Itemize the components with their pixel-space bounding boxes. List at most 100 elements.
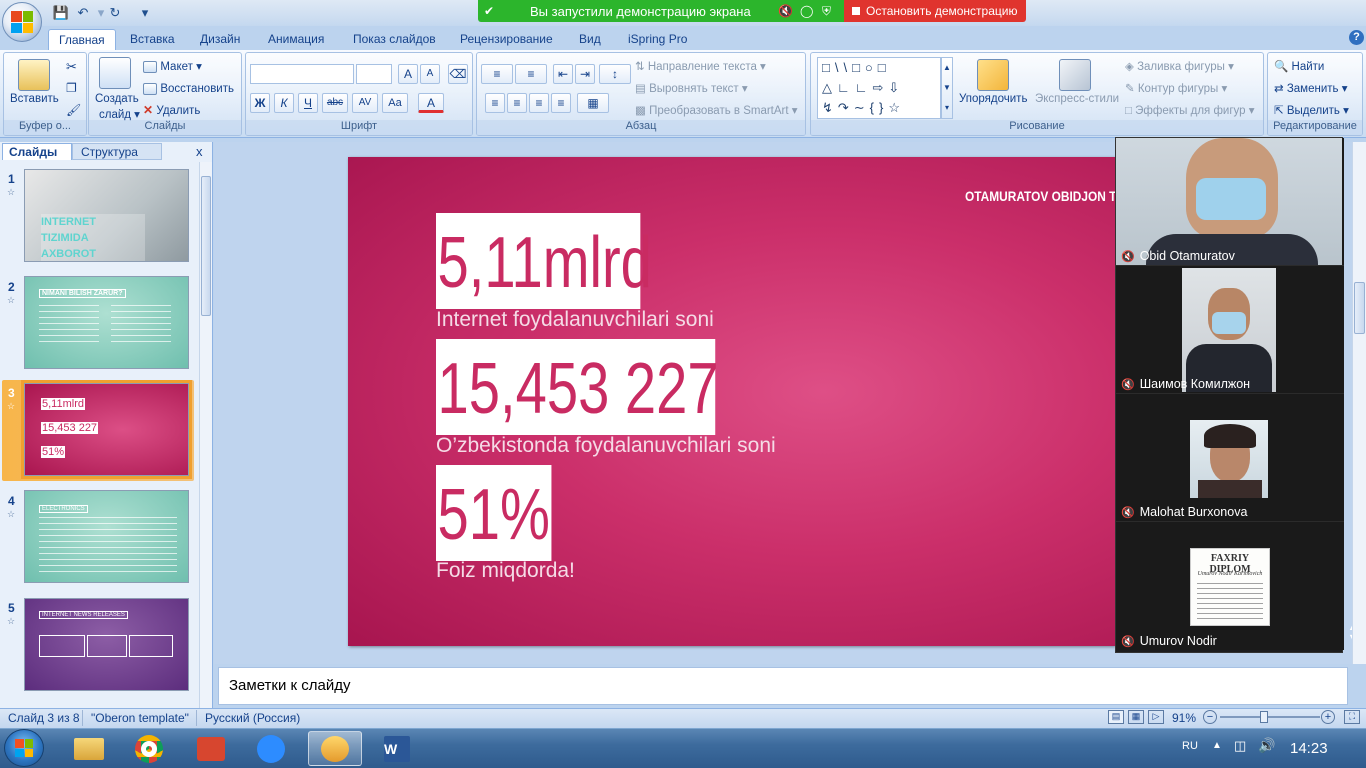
- font-color-button[interactable]: A: [418, 93, 444, 113]
- decrease-indent-icon[interactable]: ⇤: [553, 64, 573, 84]
- font-size-box[interactable]: [356, 64, 392, 84]
- quick-styles-button[interactable]: Экспресс-стили: [1035, 93, 1119, 105]
- numbering-icon[interactable]: ≡: [515, 64, 547, 84]
- slides-pane-scrollbar[interactable]: [199, 162, 212, 708]
- copy-icon[interactable]: ❐: [66, 81, 77, 95]
- align-right-icon[interactable]: ≡: [529, 93, 549, 113]
- delete-button[interactable]: Удалить: [156, 105, 200, 117]
- text-direction-button[interactable]: ⇅ Направление текста ▾: [635, 59, 766, 73]
- layout-button[interactable]: Макет ▾: [160, 61, 202, 73]
- office-button[interactable]: [2, 2, 42, 42]
- quick-access-customize[interactable]: ▾: [136, 4, 154, 22]
- align-center-icon[interactable]: ≡: [507, 93, 527, 113]
- word-taskbar-icon[interactable]: W: [370, 731, 424, 766]
- close-pane-icon[interactable]: x: [196, 144, 203, 159]
- slide-author[interactable]: OTAMURATOV OBIDJON T: [965, 188, 1115, 204]
- italic-button[interactable]: К: [274, 93, 294, 113]
- paste-button[interactable]: Вставить: [10, 93, 59, 105]
- stat-value-2[interactable]: 15,453 227: [436, 339, 719, 435]
- justify-icon[interactable]: ≡: [551, 93, 571, 113]
- shape-effects-button[interactable]: □ Эффекты для фигур ▾: [1125, 103, 1255, 117]
- zoom-slider[interactable]: [1220, 716, 1320, 718]
- shapes-scroll[interactable]: ▲ ▼ ▾: [941, 57, 953, 119]
- tab-animation[interactable]: Анимация: [258, 29, 334, 50]
- tab-slideshow[interactable]: Показ слайдов: [343, 29, 446, 50]
- stat-value-1[interactable]: 5,11mlrd: [436, 213, 652, 309]
- scroll-thumb[interactable]: [1354, 282, 1365, 334]
- clock[interactable]: 14:23: [1290, 740, 1328, 757]
- network-icon[interactable]: ◫: [1234, 738, 1246, 754]
- char-spacing-button[interactable]: AV: [352, 93, 378, 113]
- arrange-icon[interactable]: [977, 59, 1009, 91]
- format-painter-icon[interactable]: 🖌: [66, 103, 81, 117]
- grow-font-icon[interactable]: A: [398, 64, 418, 84]
- stat-caption-3[interactable]: Foiz miqdorda!: [436, 559, 575, 583]
- tab-review[interactable]: Рецензирование: [450, 29, 563, 50]
- shapes-gallery[interactable]: □\\□○□ △∟∟⇨⇩ ↯↷∼{}☆: [817, 57, 941, 119]
- save-icon[interactable]: 💾: [52, 4, 70, 22]
- stat-caption-2[interactable]: O’zbekistonda foydalanuvchilari soni: [436, 434, 776, 458]
- redo-icon[interactable]: ↻: [106, 4, 124, 22]
- line-spacing-icon[interactable]: ↕: [599, 64, 631, 84]
- change-case-button[interactable]: Aa: [382, 93, 408, 113]
- align-left-icon[interactable]: ≡: [485, 93, 505, 113]
- arrange-button[interactable]: Упорядочить: [959, 93, 1027, 105]
- ispring-taskbar-icon[interactable]: [184, 731, 238, 766]
- participant-tile[interactable]: 🔇 Malohat Burxonova: [1116, 394, 1344, 522]
- increase-indent-icon[interactable]: ⇥: [575, 64, 595, 84]
- reset-button[interactable]: Восстановить: [160, 83, 234, 95]
- slide-thumbnail-3[interactable]: 5,11mlrd 15,453 227 51%: [21, 380, 192, 479]
- participant-tile[interactable]: 🔇 Шаимов Комилжон: [1116, 266, 1344, 394]
- powerpoint-taskbar-icon[interactable]: [308, 731, 362, 766]
- participant-tile[interactable]: 🔇 Obid Otamuratov: [1116, 138, 1344, 266]
- replace-button[interactable]: ⇄ Заменить ▾: [1274, 81, 1348, 95]
- tab-insert[interactable]: Вставка: [120, 29, 185, 50]
- zoom-taskbar-icon[interactable]: [244, 731, 298, 766]
- tab-home[interactable]: Главная: [48, 29, 116, 50]
- slideshow-view-icon[interactable]: ▷: [1148, 710, 1164, 724]
- paste-icon[interactable]: [18, 59, 50, 91]
- zoom-in-icon[interactable]: +: [1321, 710, 1335, 724]
- slide-scrollbar[interactable]: [1352, 142, 1366, 664]
- slide-thumbnail-4[interactable]: ELECTRONICS: [24, 490, 189, 583]
- bullets-icon[interactable]: ≡: [481, 64, 513, 84]
- participant-tile[interactable]: FAXRIY DIPLOM Umurov Nodir Karimovich 🔇 U…: [1116, 522, 1344, 650]
- select-button[interactable]: ⇱ Выделить ▾: [1274, 103, 1349, 117]
- slide-thumbnail-2[interactable]: NIMANI BILISH ZARUR?: [24, 276, 189, 369]
- clear-format-icon[interactable]: ⌫: [448, 64, 468, 84]
- new-slide-dropdown[interactable]: слайд ▾: [99, 107, 140, 121]
- cut-icon[interactable]: ✂: [66, 59, 77, 75]
- volume-icon[interactable]: 🔊: [1258, 737, 1275, 754]
- language-indicator[interactable]: RU: [1182, 740, 1198, 752]
- new-slide-icon[interactable]: [99, 57, 131, 89]
- explorer-taskbar-icon[interactable]: [62, 731, 116, 766]
- scroll-thumb[interactable]: [201, 176, 211, 316]
- help-icon[interactable]: ?: [1349, 30, 1364, 45]
- tab-view[interactable]: Вид: [569, 29, 611, 50]
- record-icon[interactable]: ◯: [800, 4, 813, 18]
- current-slide[interactable]: OTAMURATOV OBIDJON T 5,11mlrd Internet f…: [348, 157, 1115, 646]
- tab-slides-pane[interactable]: Слайды: [2, 143, 72, 160]
- shape-outline-button[interactable]: ✎ Контур фигуры ▾: [1125, 81, 1227, 95]
- find-button[interactable]: 🔍 Найти: [1274, 59, 1324, 73]
- shrink-font-icon[interactable]: A: [420, 64, 440, 84]
- shape-fill-button[interactable]: ◈ Заливка фигуры ▾: [1125, 59, 1234, 73]
- chrome-taskbar-icon[interactable]: [122, 731, 176, 766]
- new-slide-button[interactable]: Создать: [95, 93, 139, 105]
- strike-button[interactable]: abc: [322, 93, 348, 113]
- notes-pane[interactable]: Заметки к слайду: [218, 667, 1348, 705]
- fit-window-icon[interactable]: ⛶: [1344, 710, 1360, 724]
- stat-value-3[interactable]: 51%: [436, 465, 552, 561]
- slide-thumbnail-5[interactable]: INTERNET NEWS RELEASES: [24, 598, 189, 691]
- font-name-box[interactable]: [250, 64, 354, 84]
- stat-caption-1[interactable]: Internet foydalanuvchilari soni: [436, 308, 714, 332]
- normal-view-icon[interactable]: ▤: [1108, 710, 1124, 724]
- quick-styles-icon[interactable]: [1059, 59, 1091, 91]
- tab-outline-pane[interactable]: Структура: [72, 143, 162, 160]
- tab-design[interactable]: Дизайн: [190, 29, 250, 50]
- start-button[interactable]: [4, 729, 44, 767]
- mic-off-icon[interactable]: 🔇: [778, 4, 793, 18]
- zoom-out-icon[interactable]: −: [1203, 710, 1217, 724]
- tab-ispring[interactable]: iSpring Pro: [618, 29, 697, 50]
- smartart-button[interactable]: ▩ Преобразовать в SmartArt ▾: [635, 103, 798, 117]
